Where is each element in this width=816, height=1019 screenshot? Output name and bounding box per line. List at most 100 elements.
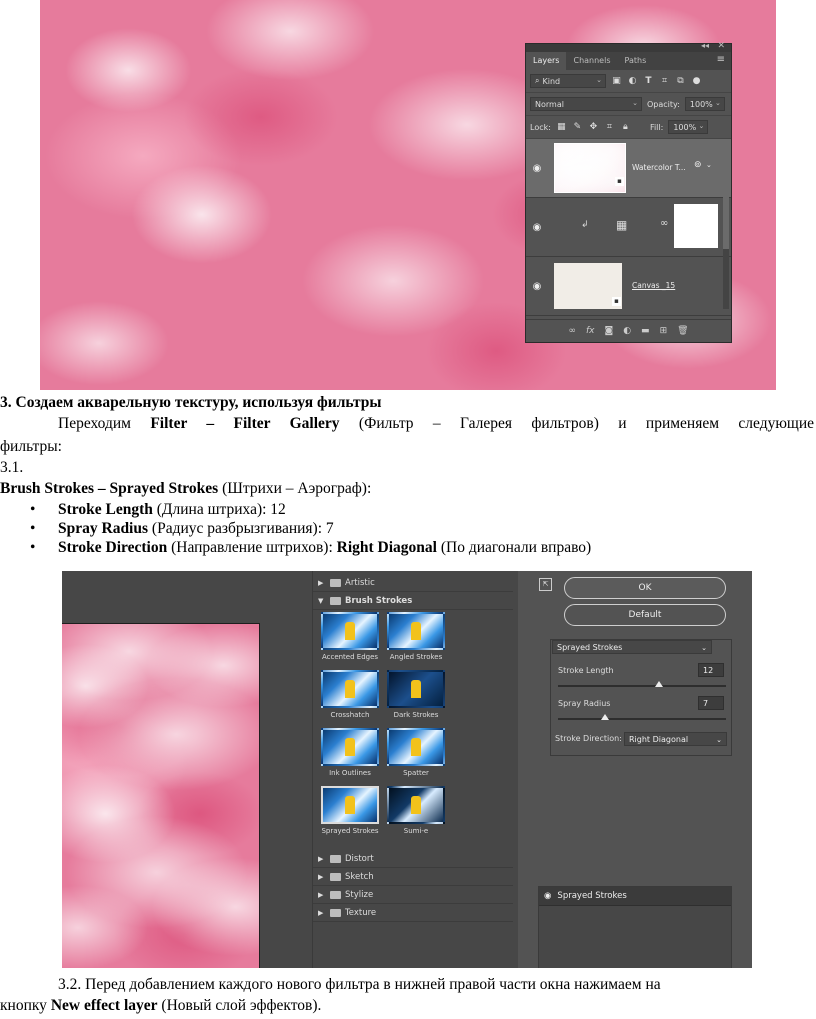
- layer-name[interactable]: Watercolor T...: [632, 163, 686, 172]
- category-artistic[interactable]: ▶ Artistic: [313, 574, 513, 592]
- layer-row[interactable]: ◉ ▪ Canvas _15: [526, 257, 731, 316]
- scrollbar[interactable]: [723, 159, 729, 309]
- tab-channels[interactable]: Channels: [566, 52, 617, 70]
- search-icon: ⌕: [535, 76, 540, 85]
- param-value: Right Diagonal: [336, 539, 437, 556]
- effect-layers-list: ◉ Sprayed Strokes: [538, 886, 732, 968]
- filter-tile[interactable]: Ink Outlines: [317, 728, 383, 786]
- filter-translation: (Штрихи – Аэрограф):: [218, 480, 372, 497]
- adjustment-icon[interactable]: ◐: [623, 326, 631, 336]
- new-layer-icon[interactable]: ⊞: [660, 326, 668, 336]
- lock-transparent-icon[interactable]: ▦: [556, 122, 567, 133]
- stroke-length-label: Stroke Length: [558, 666, 614, 675]
- category-label: Brush Strokes: [345, 595, 413, 606]
- visibility-eye-icon[interactable]: ◉: [526, 222, 548, 233]
- default-button[interactable]: Default: [564, 604, 726, 626]
- expand-triangle-icon: ▶: [318, 854, 324, 863]
- lock-position-icon[interactable]: ✥: [588, 122, 599, 133]
- visibility-eye-icon[interactable]: ◉: [526, 281, 548, 292]
- category-distort[interactable]: ▶ Distort: [313, 850, 513, 868]
- slider-knob[interactable]: [601, 714, 610, 720]
- collapse-panel-icon[interactable]: ⇱: [539, 578, 552, 591]
- lock-artboard-icon[interactable]: ⌗: [604, 122, 615, 133]
- filter-label: Crosshatch: [330, 711, 370, 719]
- filter-tile[interactable]: Sumi-e: [383, 786, 449, 844]
- filter-row: ⌕ Kind ⌄ ▣ ◐ T ⌗ ⧉ ●: [526, 70, 731, 93]
- shape-filter-icon[interactable]: ⌗: [659, 76, 670, 87]
- spray-radius-input[interactable]: 7: [698, 696, 724, 710]
- visibility-eye-icon[interactable]: ◉: [544, 891, 551, 901]
- panel-bottom-bar: ∞ fx ◙ ◐ ▬ ⊞ 🗑︎: [526, 319, 731, 342]
- filter-tile[interactable]: Angled Strokes: [383, 612, 449, 670]
- filter-tile-selected[interactable]: Sprayed Strokes: [317, 786, 383, 844]
- chevron-down-icon: ⌄: [716, 736, 722, 744]
- expand-triangle-icon: ▶: [318, 872, 324, 881]
- param-desc: (По диагонали вправо): [436, 539, 592, 556]
- trash-icon[interactable]: 🗑︎: [677, 326, 688, 336]
- button-name: New effect layer: [50, 997, 158, 1014]
- filter-select[interactable]: Sprayed Strokes ⌄: [552, 640, 712, 654]
- stroke-length-input[interactable]: 12: [698, 663, 724, 677]
- scrollbar-thumb[interactable]: [723, 159, 729, 249]
- layer-row[interactable]: ◉ ▪ Watercolor T... ⊚ ⌄: [526, 139, 731, 198]
- fill-field[interactable]: 100% ⌄: [668, 120, 709, 134]
- stroke-direction-label: Stroke Direction:: [555, 734, 622, 743]
- new-group-icon[interactable]: ▬: [641, 326, 650, 336]
- filter-label: Angled Strokes: [389, 653, 443, 661]
- chevron-down-icon[interactable]: ⌄: [706, 161, 712, 169]
- stroke-length-slider[interactable]: [558, 681, 726, 687]
- opacity-field[interactable]: 100% ⌄: [684, 97, 725, 111]
- pixel-filter-icon[interactable]: ▣: [611, 76, 622, 87]
- filter-tile[interactable]: Dark Strokes: [383, 670, 449, 728]
- link-icon[interactable]: ∞: [660, 218, 668, 229]
- category-texture[interactable]: ▶ Texture: [313, 904, 513, 922]
- category-sketch[interactable]: ▶ Sketch: [313, 868, 513, 886]
- ok-button[interactable]: OK: [564, 577, 726, 599]
- filter-kind-dropdown[interactable]: ⌕ Kind ⌄: [530, 74, 606, 88]
- close-icon[interactable]: ✕: [717, 41, 725, 51]
- spray-radius-slider[interactable]: [558, 714, 726, 720]
- lock-all-icon[interactable]: 🔒︎: [620, 122, 631, 133]
- folder-icon: [330, 908, 341, 917]
- lock-pixels-icon[interactable]: ✎: [572, 122, 583, 133]
- fill-label: Fill:: [649, 122, 664, 132]
- blend-mode-dropdown[interactable]: Normal ⌄: [530, 97, 642, 111]
- filter-thumbnail: [321, 786, 379, 824]
- filter-category-list: ▶ Artistic ▼ Brush Strokes Accented Edge…: [312, 571, 518, 968]
- filter-label: Dark Strokes: [393, 711, 439, 719]
- filter-tile[interactable]: Crosshatch: [317, 670, 383, 728]
- adjustment-filter-icon[interactable]: ◐: [627, 76, 638, 87]
- tab-paths[interactable]: Paths: [618, 52, 654, 70]
- filter-label: Sumi-e: [403, 827, 429, 835]
- chevron-down-icon: ⌄: [596, 76, 602, 84]
- filter-tile[interactable]: Accented Edges: [317, 612, 383, 670]
- smart-object-filter-icon[interactable]: ⧉: [675, 76, 686, 87]
- category-stylize[interactable]: ▶ Stylize: [313, 886, 513, 904]
- parameter-list: Stroke Length (Длина штриха): 12 Spray R…: [0, 500, 591, 557]
- layer-name[interactable]: Canvas _15: [632, 281, 675, 290]
- filter-tile[interactable]: Spatter: [383, 728, 449, 786]
- slider-knob[interactable]: [654, 681, 663, 687]
- effect-layer-row[interactable]: ◉ Sprayed Strokes: [539, 887, 731, 906]
- filter-toggle-icon[interactable]: ●: [691, 76, 702, 87]
- category-brush-strokes[interactable]: ▼ Brush Strokes: [313, 592, 513, 610]
- chevron-down-icon: ⌄: [698, 122, 705, 130]
- tab-layers[interactable]: Layers: [526, 52, 567, 70]
- panel-menu-icon[interactable]: ≡: [717, 54, 725, 65]
- chevron-down-icon: ⌄: [632, 99, 638, 107]
- layer-row[interactable]: ◉ ↲ ▦ ∞: [526, 198, 731, 257]
- collapse-icon[interactable]: ◂◂: [701, 41, 709, 50]
- visibility-eye-icon[interactable]: ◉: [526, 163, 548, 174]
- filter-settings-pane: ⇱ OK Default Sprayed Strokes ⌄ Stroke Le…: [518, 571, 752, 968]
- paragraph-line: 3.2. Перед добавлением каждого нового фи…: [58, 976, 661, 993]
- add-mask-icon[interactable]: ◙: [604, 326, 613, 336]
- stroke-direction-select[interactable]: Right Diagonal ⌄: [624, 732, 727, 746]
- fx-icon[interactable]: fx: [586, 326, 595, 336]
- filter-thumbnail: [321, 728, 379, 766]
- link-layers-icon[interactable]: ∞: [568, 326, 576, 336]
- smart-filter-icon[interactable]: ⊚: [694, 160, 702, 170]
- filter-label: Spatter: [403, 769, 429, 777]
- param-name: Stroke Length: [58, 501, 153, 518]
- type-filter-icon[interactable]: T: [643, 76, 654, 87]
- layer-mask-thumbnail[interactable]: [674, 204, 718, 248]
